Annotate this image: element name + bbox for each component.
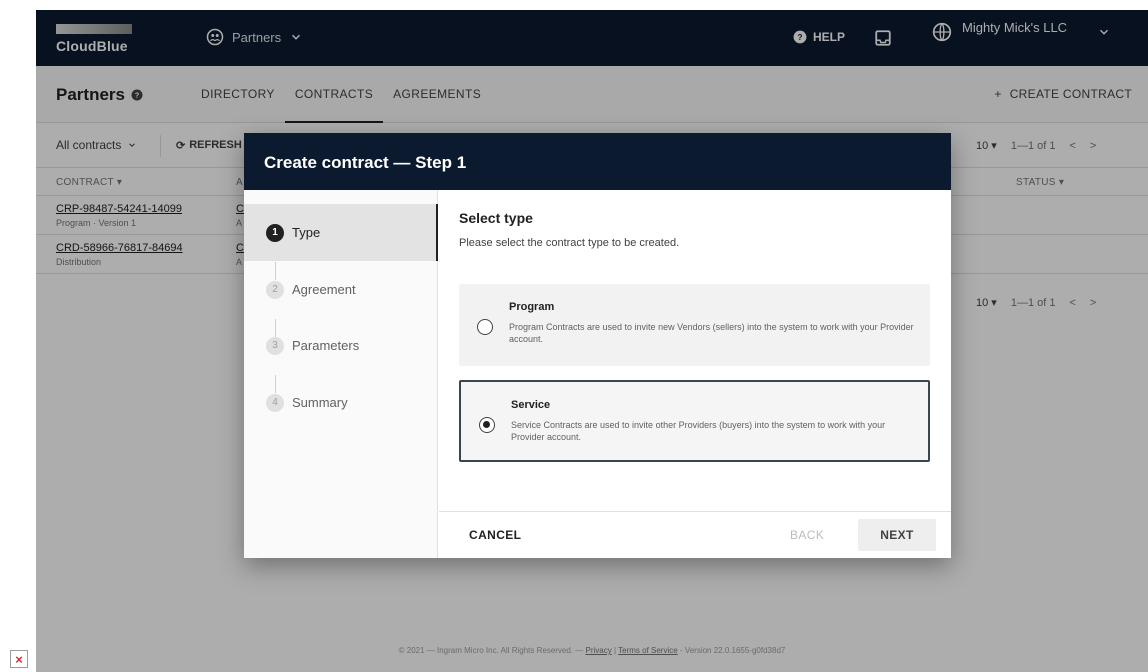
option-program[interactable]: Program Program Contracts are used to in… [459, 284, 930, 366]
step-summary[interactable]: 4 Summary [244, 374, 438, 431]
dialog-actions: CANCEL BACK NEXT [439, 511, 951, 558]
step-content: Select type Please select the contract t… [459, 210, 931, 462]
back-button[interactable]: BACK [790, 528, 824, 542]
wizard-steps: 1 Type 2 Agreement 3 Parameters 4 Summar… [244, 190, 438, 558]
option-title: Program [509, 301, 555, 313]
step-number: 4 [266, 393, 284, 412]
step-parameters[interactable]: 3 Parameters [244, 317, 438, 374]
step-type[interactable]: 1 Type [244, 204, 438, 261]
option-service[interactable]: Service Service Contracts are used to in… [459, 380, 930, 462]
step-number: 2 [266, 280, 284, 299]
step-agreement[interactable]: 2 Agreement [244, 261, 438, 318]
broken-image-icon: × [10, 650, 28, 668]
step-label: Type [292, 225, 321, 240]
cancel-button[interactable]: CANCEL [469, 528, 521, 542]
app-frame: CloudBlue Partners ? HELP Mighty Mick's … [36, 10, 1148, 672]
step-number: 1 [266, 223, 284, 242]
option-description: Service Contracts are used to invite oth… [511, 420, 886, 442]
radio-program[interactable] [477, 319, 493, 335]
dialog-title: Create contract — Step 1 [244, 133, 951, 190]
option-description: Program Contracts are used to invite new… [509, 322, 914, 344]
step-label: Parameters [292, 338, 360, 353]
option-title: Service [511, 399, 551, 411]
step-number: 3 [266, 336, 284, 355]
radio-service[interactable] [479, 417, 495, 433]
next-button[interactable]: NEXT [858, 519, 936, 551]
create-contract-dialog: Create contract — Step 1 1 Type 2 Agreem… [244, 133, 951, 558]
step-label: Summary [292, 395, 348, 410]
step-label: Agreement [292, 282, 356, 297]
select-type-description: Please select the contract type to be cr… [459, 237, 680, 249]
select-type-title: Select type [459, 210, 533, 226]
